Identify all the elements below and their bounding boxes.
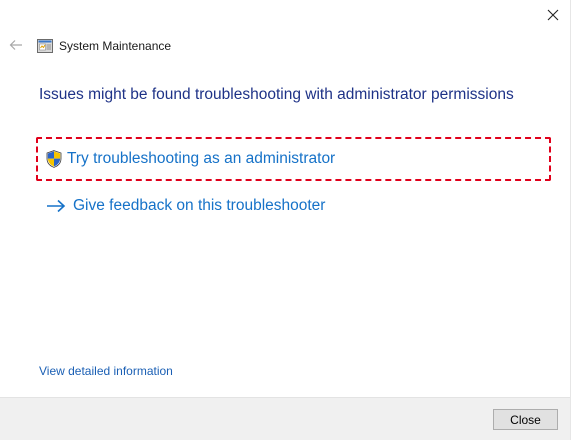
window-title-row: System Maintenance [37, 37, 171, 55]
back-arrow-icon[interactable] [6, 36, 26, 54]
troubleshooter-window: System Maintenance Issues might be found… [0, 0, 571, 440]
try-as-admin-label: Try troubleshooting as an administrator [67, 150, 336, 167]
arrow-right-icon [46, 198, 66, 214]
window-title: System Maintenance [59, 39, 172, 53]
view-detailed-information-link[interactable]: View detailed information [39, 364, 173, 378]
give-feedback-link[interactable]: Give feedback on this troubleshooter [46, 197, 325, 215]
close-icon[interactable] [540, 4, 566, 26]
try-as-admin-link[interactable]: Try troubleshooting as an administrator [46, 150, 335, 168]
close-button[interactable]: Close [493, 409, 558, 430]
uac-shield-icon [46, 150, 62, 168]
page-heading: Issues might be found troubleshooting wi… [39, 86, 514, 103]
footer-bar: Close [0, 397, 570, 440]
system-maintenance-icon [37, 39, 53, 53]
give-feedback-label: Give feedback on this troubleshooter [73, 197, 326, 214]
